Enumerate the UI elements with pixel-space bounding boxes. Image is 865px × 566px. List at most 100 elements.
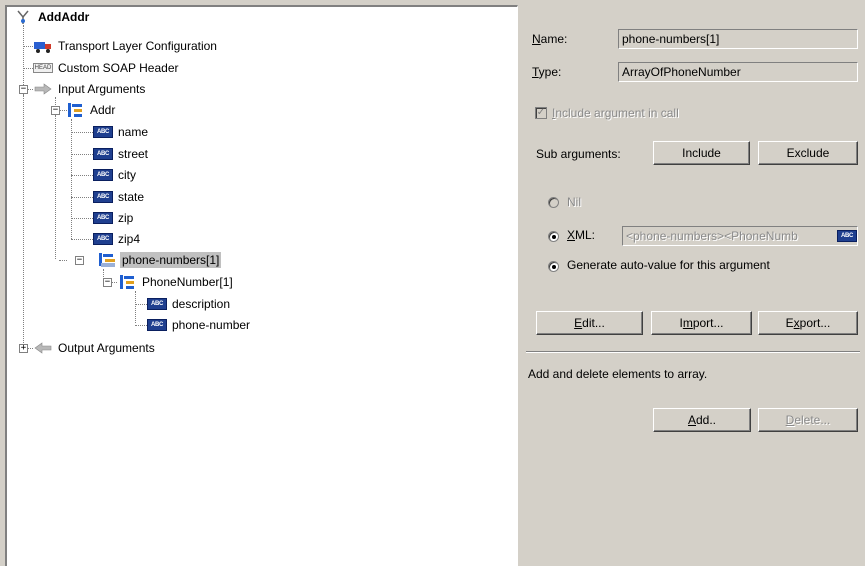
tree-item-transport[interactable]: Transport Layer Configuration [33,36,219,56]
tree-item-label: zip4 [118,232,141,246]
abc-icon-text: ABC [147,298,167,310]
tree-item-addr[interactable]: Addr [65,100,117,120]
arrow-left-icon [33,340,53,356]
tree-item-label: Output Arguments [58,341,155,355]
tree-item-description[interactable]: ABC description [147,294,232,314]
xml-abc-icon[interactable]: ABC [837,230,857,242]
xml-value-field[interactable]: <phone-numbers><PhoneNumb [622,226,858,246]
tree-line [71,175,93,176]
add-text: dd.. [696,413,717,427]
tree-item-input-arguments[interactable]: Input Arguments [33,79,147,99]
xml-label-text: ML: [575,228,596,242]
tree-item-label: Addr [90,103,116,117]
tree-item-root[interactable]: AddAddr [13,7,91,27]
tree-item-zip4[interactable]: ABC zip4 [93,229,142,249]
arrow-right-icon [33,81,53,97]
export-text-pre: E [785,316,794,330]
tree-item-label: PhoneNumber[1] [142,275,233,289]
type-label-mnemonic: T [532,65,539,79]
import-mnemonic: m [682,316,693,330]
name-label-mnemonic: N [532,32,541,46]
generate-label: Generate auto-value for this argument [567,258,770,272]
import-text: port... [692,316,724,330]
type-label: Type: [532,65,561,79]
properties-panel: Name: phone-numbers[1] Type: ArrayOfPhon… [522,5,865,566]
exclude-button[interactable]: Exclude [758,141,858,165]
tree-item-street[interactable]: ABC street [93,144,150,164]
tree-line [71,132,93,133]
tree-line [71,218,93,219]
operation-icon [13,9,33,25]
argument-tree[interactable]: − − − − + AddAddr Transport Layer Config… [5,5,518,566]
abc-icon: ABC [93,146,113,162]
abc-icon-text: ABC [93,212,113,224]
type-label-text: ype: [538,65,562,79]
edit-mnemonic: E [574,316,583,330]
tree-line [59,260,67,261]
abc-icon: ABC [93,189,113,205]
export-button[interactable]: Ex port... [758,311,858,335]
head-icon-text: HEAD [32,63,54,73]
import-button[interactable]: Im port... [651,311,752,335]
include-argument-text: nclude argument in call [555,106,679,120]
tree-line [135,291,136,323]
abc-icon-text: ABC [147,319,167,331]
tree-line [135,304,147,305]
xml-radio[interactable] [548,231,559,242]
expander-addr[interactable]: − [51,106,60,115]
xml-value-text: <phone-numbers><PhoneNumb [626,229,798,243]
include-argument-checkbox[interactable]: ✓ [535,107,547,119]
tree-item-phone-number[interactable]: ABC phone-number [147,315,252,335]
add-mnemonic: A [687,413,696,427]
tree-item-state[interactable]: ABC state [93,187,146,207]
tree-item-output-arguments[interactable]: Output Arguments [33,338,157,358]
tree-item-label: street [118,147,149,161]
tree-item-phone-number-item[interactable]: PhoneNumber[1] [117,272,235,292]
name-label: Name: [532,32,567,46]
tree-item-city[interactable]: ABC city [93,165,138,185]
complex-type-icon [117,274,137,290]
tree-item-phone-numbers[interactable]: phone-numbers[1] [97,250,222,270]
tree-line [55,115,56,259]
tree-item-label: state [118,190,145,204]
tree-item-soap-header[interactable]: HEAD Custom SOAP Header [32,58,181,78]
expander-output-arguments[interactable]: + [19,344,28,353]
tree-item-label: AddAddr [38,10,90,24]
delete-mnemonic: D [785,413,795,427]
tree-line [71,154,93,155]
tree-item-name[interactable]: ABC name [93,122,150,142]
divider [526,351,860,353]
tree-line [135,325,147,326]
tree-item-label: phone-numbers[1] [120,252,222,268]
abc-icon-text: ABC [93,233,113,245]
tree-line [71,239,93,240]
type-field[interactable]: ArrayOfPhoneNumber [618,62,858,82]
array-icon [97,252,117,268]
tree-item-label: Custom SOAP Header [58,61,179,75]
expander-phone-number-item[interactable]: − [103,278,112,287]
array-help-text: Add and delete elements to array. [528,367,708,381]
nil-radio[interactable] [548,197,559,208]
delete-button[interactable]: Delete... [758,408,858,432]
abc-icon-text: ABC [93,169,113,181]
tree-item-label: Transport Layer Configuration [58,39,217,53]
edit-button[interactable]: Edit... [536,311,643,335]
tree-item-label: description [172,297,231,311]
xml-label-mnemonic: X [567,228,576,242]
add-button[interactable]: Add.. [653,408,751,432]
expander-input-arguments[interactable]: − [19,85,28,94]
abc-icon: ABC [147,317,167,333]
abc-icon-text: ABC [93,191,113,203]
tree-line [23,95,24,347]
include-button[interactable]: Include [653,141,750,165]
generate-radio[interactable] [548,261,559,272]
abc-icon: ABC [93,210,113,226]
tree-line [23,68,33,69]
truck-icon [33,38,53,54]
expander-phone-numbers[interactable]: − [75,256,84,265]
sub-arguments-label: Sub arguments: [536,147,621,161]
tree-item-zip[interactable]: ABC zip [93,208,135,228]
name-field[interactable]: phone-numbers[1] [618,29,858,49]
abc-icon: ABC [93,231,113,247]
abc-icon: ABC [93,167,113,183]
